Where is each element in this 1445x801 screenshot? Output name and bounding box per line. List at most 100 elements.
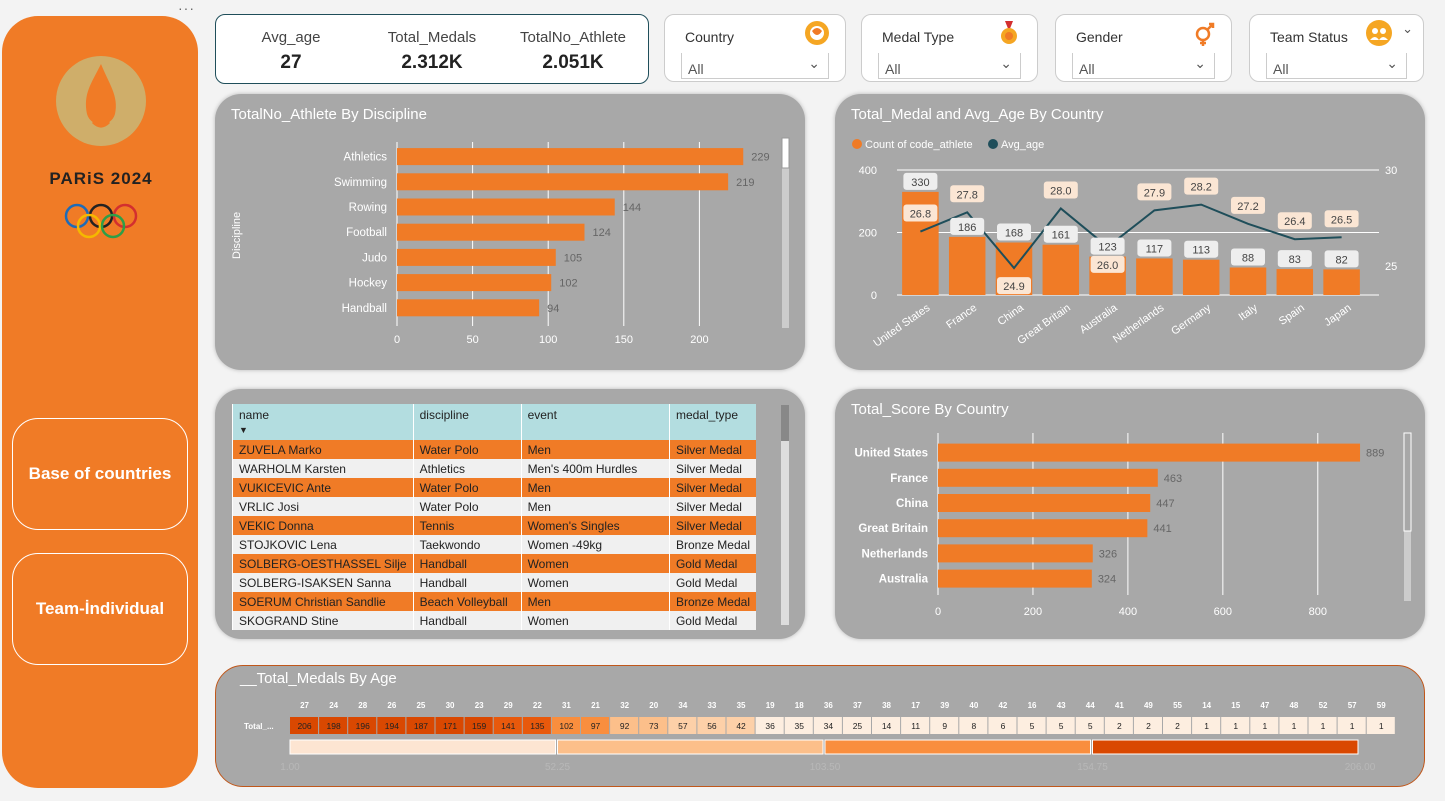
heatmap-value: 171 bbox=[443, 721, 457, 731]
age-column-label: 28 bbox=[358, 701, 367, 710]
category-label: Athletics bbox=[344, 152, 388, 164]
table-row[interactable]: VEKIC Donna Tennis Women's Singles Silver M… bbox=[232, 516, 756, 535]
age-column-label: 38 bbox=[882, 701, 891, 710]
table-row[interactable]: WARHOLM Karsten Athletics Men's 400m Hurdl… bbox=[232, 459, 756, 478]
heatmap-value: 5 bbox=[1088, 721, 1093, 731]
table-row[interactable]: VUKICEVIC Ante Water Polo Men Silver Medal bbox=[232, 478, 756, 497]
table-cell-event: Men bbox=[520, 440, 670, 459]
bar[interactable] bbox=[397, 274, 552, 292]
heatmap-value: 56 bbox=[707, 721, 717, 731]
slicer-value: All bbox=[1273, 61, 1289, 77]
bar[interactable] bbox=[1323, 269, 1360, 295]
legend-swatch bbox=[988, 139, 998, 149]
team-status-dropdown[interactable]: All ⌄ bbox=[1266, 53, 1407, 79]
bar[interactable] bbox=[397, 299, 540, 317]
x-tick-label: 200 bbox=[1024, 606, 1042, 618]
gender-dropdown[interactable]: All ⌄ bbox=[1072, 53, 1215, 79]
column-header-name[interactable]: name ▼ bbox=[232, 404, 414, 440]
age-column-label: 19 bbox=[766, 701, 775, 710]
heatmap-value: 14 bbox=[882, 721, 892, 731]
bar[interactable] bbox=[1042, 244, 1080, 295]
chevron-down-icon[interactable]: ⌄ bbox=[1386, 55, 1398, 72]
age-column-label: 29 bbox=[504, 701, 513, 710]
column-header-event[interactable]: event bbox=[520, 404, 670, 440]
bar[interactable] bbox=[397, 248, 556, 266]
scrollbar-thumb[interactable] bbox=[781, 137, 790, 169]
column-header-medal-type[interactable]: medal_type bbox=[668, 404, 756, 440]
heatmap-value: 1 bbox=[1292, 721, 1297, 731]
age-column-label: 24 bbox=[329, 701, 338, 710]
category-label: Italy bbox=[1237, 302, 1261, 324]
bar[interactable] bbox=[1229, 267, 1267, 296]
heatmap-value: 102 bbox=[559, 721, 573, 731]
bar[interactable] bbox=[938, 494, 1151, 512]
bar[interactable] bbox=[948, 236, 986, 295]
color-scale-label: 103.50 bbox=[810, 762, 841, 773]
bar[interactable] bbox=[1276, 269, 1314, 295]
table-cell-name: VUKICEVIC Ante bbox=[232, 478, 414, 497]
age-column-label: 26 bbox=[387, 701, 396, 710]
bar[interactable] bbox=[938, 569, 1092, 588]
bar[interactable] bbox=[397, 173, 729, 191]
kpi-label: TotalNo_Athlete bbox=[520, 29, 626, 46]
data-label: 326 bbox=[1099, 548, 1117, 560]
table-cell-medal_type: Silver Medal bbox=[668, 478, 756, 497]
data-label: 447 bbox=[1156, 498, 1174, 510]
heatmap-value: 34 bbox=[824, 721, 834, 731]
table-cell-event: Women bbox=[520, 554, 670, 573]
bar[interactable] bbox=[397, 223, 585, 241]
category-label: Handball bbox=[342, 303, 387, 315]
heatmap-value: 2 bbox=[1146, 721, 1151, 731]
country-dropdown[interactable]: All ⌄ bbox=[681, 53, 829, 79]
bar[interactable] bbox=[397, 148, 744, 166]
chevron-down-icon[interactable]: ⌄ bbox=[808, 55, 820, 72]
bar[interactable] bbox=[1136, 258, 1173, 295]
more-options-icon[interactable]: ··· bbox=[178, 0, 195, 16]
bar[interactable] bbox=[397, 198, 615, 216]
table-row[interactable]: SKOGRAND Stine Handball Women Gold Medal bbox=[232, 611, 756, 630]
team-individual-button[interactable]: Team-İndividual bbox=[12, 553, 188, 665]
chevron-down-icon[interactable]: ⌄ bbox=[1000, 55, 1012, 72]
table-row[interactable]: SOLBERG-ISAKSEN Sanna Handball Women Gold M… bbox=[232, 573, 756, 592]
bar-value-label: 117 bbox=[1146, 243, 1164, 255]
medal-type-slicer[interactable]: Medal Type All ⌄ bbox=[861, 14, 1038, 82]
country-slicer[interactable]: Country All ⌄ bbox=[664, 14, 846, 82]
line-value-label: 28.2 bbox=[1190, 182, 1211, 194]
table-row[interactable]: VRLIC Josi Water Polo Men Silver Medal bbox=[232, 497, 756, 516]
category-label: France bbox=[890, 473, 928, 485]
bar[interactable] bbox=[1182, 259, 1220, 295]
bar[interactable] bbox=[938, 443, 1361, 462]
team-status-slicer[interactable]: Team Status ⌄ All ⌄ bbox=[1249, 14, 1424, 82]
gender-slicer[interactable]: Gender All ⌄ bbox=[1055, 14, 1232, 82]
table-row[interactable]: STOJKOVIC Lena Taekwondo Women -49kg Bronze… bbox=[232, 535, 756, 554]
line-value-label: 27.9 bbox=[1144, 187, 1165, 199]
bar[interactable] bbox=[938, 544, 1093, 563]
base-of-countries-button[interactable]: Base of countries bbox=[12, 418, 188, 530]
y-tick-label: 400 bbox=[859, 165, 877, 177]
column-header-discipline[interactable]: discipline bbox=[412, 404, 522, 440]
table-row[interactable]: ZUVELA Marko Water Polo Men Silver Medal bbox=[232, 440, 756, 459]
sort-desc-icon[interactable]: ▼ bbox=[239, 425, 248, 435]
bar[interactable] bbox=[938, 468, 1158, 487]
category-label: Great Britain bbox=[858, 523, 928, 535]
category-label: Rowing bbox=[349, 202, 387, 214]
color-scale-label: 1.00 bbox=[280, 762, 300, 773]
bar[interactable] bbox=[938, 519, 1148, 538]
table-row[interactable]: SOLBERG-OESTHASSEL Silje Handball Women Gol… bbox=[232, 554, 756, 573]
table-cell-event: Men bbox=[520, 497, 670, 516]
legend-swatch bbox=[852, 139, 862, 149]
slicer-value: All bbox=[688, 61, 704, 77]
kpi-value: 27 bbox=[280, 52, 302, 73]
medal-type-dropdown[interactable]: All ⌄ bbox=[878, 53, 1021, 79]
bar-value-label: 123 bbox=[1098, 242, 1116, 254]
chevron-down-icon[interactable]: ⌄ bbox=[1402, 21, 1413, 37]
scrollbar-thumb[interactable] bbox=[1403, 432, 1412, 532]
x-tick-label: 150 bbox=[615, 334, 633, 346]
scrollbar-thumb[interactable] bbox=[781, 405, 789, 441]
age-column-label: 55 bbox=[1173, 701, 1182, 710]
table-row[interactable]: SOERUM Christian Sandlie Beach Volleyball… bbox=[232, 592, 756, 611]
scrollbar[interactable] bbox=[781, 405, 789, 625]
chevron-down-icon[interactable]: ⌄ bbox=[1194, 55, 1206, 72]
table-cell-medal_type: Silver Medal bbox=[668, 497, 756, 516]
age-column-label: 27 bbox=[300, 701, 309, 710]
